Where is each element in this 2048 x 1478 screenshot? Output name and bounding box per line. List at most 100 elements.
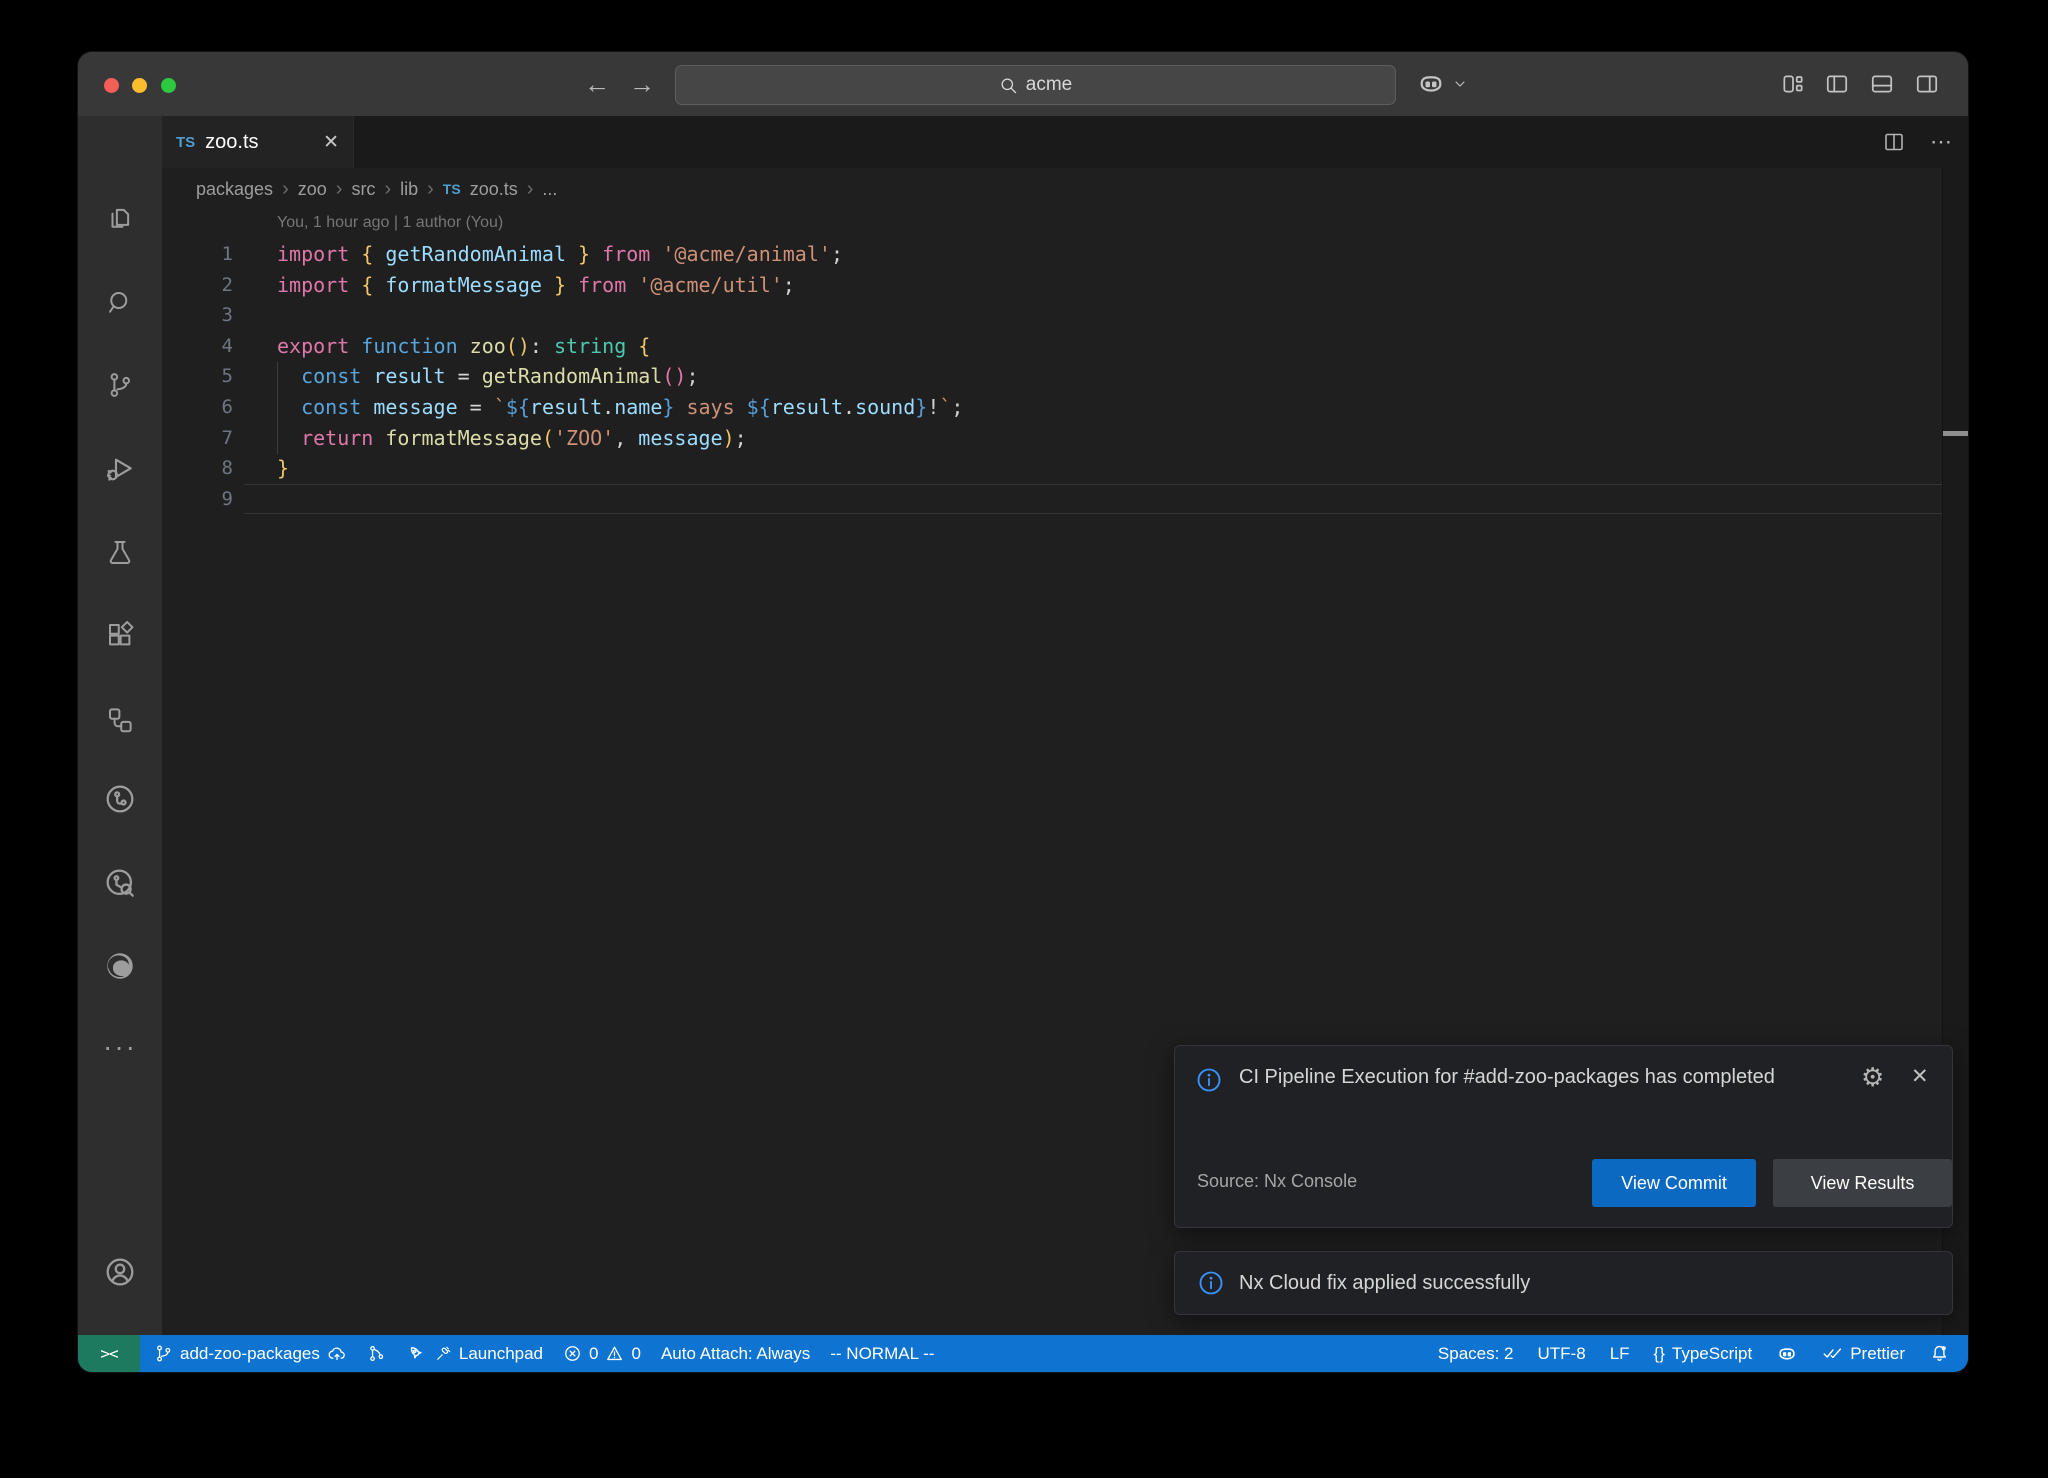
git-branch-icon	[154, 1344, 173, 1363]
line-content: const message = `${result.name} says ${r…	[233, 392, 963, 423]
toggle-panel-icon[interactable]	[1869, 52, 1895, 116]
extensions-icon[interactable]	[78, 607, 162, 663]
notification-message: CI Pipeline Execution for #add-zoo-packa…	[1239, 1062, 1799, 1092]
branch-name: add-zoo-packages	[180, 1344, 320, 1364]
notification-toast-nx-cloud: Nx Cloud fix applied successfully	[1174, 1251, 1953, 1315]
encoding-status-item[interactable]: UTF-8	[1538, 1344, 1586, 1364]
brackets-icon: {}	[1654, 1344, 1665, 1364]
breadcrumb: packages› zoo› src› lib› TS zoo.ts› ...	[196, 168, 557, 210]
remote-indicator[interactable]: ><	[78, 1335, 140, 1372]
language-status-item[interactable]: {} TypeScript	[1654, 1344, 1753, 1364]
code-line[interactable]: 8}	[162, 453, 1943, 484]
zoom-window-button[interactable]	[161, 78, 176, 93]
editor-more-actions-icon[interactable]: ⋯	[1930, 129, 1954, 155]
search-icon	[999, 76, 1018, 95]
gitlens-icon[interactable]	[78, 771, 162, 827]
toggle-secondary-sidebar-icon[interactable]	[1914, 52, 1940, 116]
forward-icon[interactable]: →	[629, 52, 655, 116]
chevron-right-icon: ›	[384, 178, 391, 201]
error-icon	[563, 1344, 582, 1363]
auto-attach-status-item[interactable]: Auto Attach: Always	[661, 1344, 810, 1364]
problems-status-item[interactable]: 0 0	[563, 1344, 641, 1364]
breadcrumb-file[interactable]: zoo.ts	[470, 179, 518, 200]
line-number: 3	[162, 300, 233, 331]
line-content: import { formatMessage } from '@acme/uti…	[233, 270, 795, 301]
more-views-icon[interactable]: ···	[78, 1019, 162, 1075]
code-lines[interactable]: 1import { getRandomAnimal } from '@acme/…	[162, 239, 1943, 514]
search-icon[interactable]	[78, 275, 162, 331]
tab-close-icon[interactable]: ✕	[323, 131, 339, 154]
custom-view-icon[interactable]	[78, 692, 162, 748]
run-debug-icon[interactable]	[78, 441, 162, 497]
gitlens-inspect-icon[interactable]	[78, 855, 162, 911]
close-window-button[interactable]	[104, 78, 119, 93]
chevron-right-icon: ›	[336, 178, 343, 201]
language-label: TypeScript	[1672, 1344, 1752, 1364]
tab-bar: TS zoo.ts ✕ ⋯	[162, 116, 1968, 168]
line-number: 9	[162, 484, 233, 515]
merge-target-icon	[434, 1345, 452, 1363]
git-blame-codelens[interactable]: You, 1 hour ago | 1 author (You)	[277, 214, 503, 232]
copilot-icon[interactable]	[1416, 52, 1446, 116]
indentation-status-item[interactable]: Spaces: 2	[1438, 1344, 1514, 1364]
code-line[interactable]: 6 const message = `${result.name} says $…	[162, 392, 1943, 423]
view-results-button[interactable]: View Results	[1773, 1159, 1952, 1207]
code-line[interactable]: 2import { formatMessage } from '@acme/ut…	[162, 270, 1943, 301]
notifications-bell-icon[interactable]	[1929, 1343, 1950, 1364]
line-content: }	[233, 453, 289, 484]
code-line[interactable]: 3	[162, 300, 1943, 331]
line-content: return formatMessage('ZOO', message);	[233, 423, 747, 454]
code-line[interactable]: 7 return formatMessage('ZOO', message);	[162, 423, 1943, 454]
error-count: 0	[589, 1344, 598, 1364]
explorer-icon[interactable]	[78, 190, 162, 246]
indent-guide	[277, 362, 278, 454]
source-control-icon[interactable]	[78, 357, 162, 413]
line-number: 7	[162, 423, 233, 454]
customize-layout-icon[interactable]	[1780, 52, 1806, 116]
chevron-down-icon[interactable]	[1452, 52, 1468, 116]
split-editor-icon[interactable]	[1882, 130, 1906, 154]
launchpad-status-item[interactable]: Launchpad	[406, 1343, 543, 1364]
line-content: const result = getRandomAnimal();	[233, 361, 699, 392]
notification-settings-gear-icon[interactable]: ⚙	[1861, 1064, 1884, 1090]
minimize-window-button[interactable]	[132, 78, 147, 93]
code-line[interactable]: 5 const result = getRandomAnimal();	[162, 361, 1943, 392]
breadcrumb-more[interactable]: ...	[542, 179, 557, 200]
edge-browser-icon[interactable]	[78, 938, 162, 994]
double-check-icon	[1822, 1343, 1843, 1364]
account-icon[interactable]	[78, 1244, 162, 1300]
command-center-search[interactable]: acme	[675, 65, 1396, 105]
line-content	[233, 300, 277, 331]
code-line[interactable]: 4export function zoo(): string {	[162, 331, 1943, 362]
tab-title: zoo.ts	[205, 131, 313, 154]
launchpad-label: Launchpad	[459, 1344, 543, 1364]
line-content: export function zoo(): string {	[233, 331, 650, 362]
vim-mode-status-item[interactable]: -- NORMAL --	[830, 1344, 934, 1364]
breadcrumb-item[interactable]: zoo	[298, 179, 327, 200]
code-line[interactable]: 1import { getRandomAnimal } from '@acme/…	[162, 239, 1943, 270]
code-line[interactable]: 9	[162, 484, 1943, 515]
chevron-right-icon: ›	[527, 178, 534, 201]
chevron-right-icon: ›	[282, 178, 289, 201]
notification-close-icon[interactable]: ✕	[1911, 1064, 1929, 1089]
breadcrumb-item[interactable]: packages	[196, 179, 273, 200]
notification-toast-ci-pipeline: CI Pipeline Execution for #add-zoo-packa…	[1174, 1045, 1953, 1228]
commit-graph-status-item[interactable]	[367, 1344, 386, 1363]
typescript-file-icon: TS	[443, 181, 461, 197]
testing-icon[interactable]	[78, 524, 162, 580]
breadcrumb-item[interactable]: src	[351, 179, 375, 200]
back-icon[interactable]: ←	[584, 52, 610, 116]
tab-zoo-ts[interactable]: TS zoo.ts ✕	[162, 116, 354, 168]
line-number: 1	[162, 239, 233, 270]
formatter-status-item[interactable]: Prettier	[1822, 1343, 1905, 1364]
copilot-status-item[interactable]	[1776, 1343, 1798, 1365]
notification-message: Nx Cloud fix applied successfully	[1239, 1272, 1530, 1295]
view-commit-button[interactable]: View Commit	[1592, 1159, 1756, 1207]
branch-status-item[interactable]: add-zoo-packages	[154, 1344, 347, 1364]
eol-status-item[interactable]: LF	[1610, 1344, 1630, 1364]
typescript-file-icon: TS	[176, 134, 195, 151]
breadcrumb-item[interactable]: lib	[400, 179, 418, 200]
toggle-primary-sidebar-icon[interactable]	[1824, 52, 1850, 116]
desktop: ← → acme	[0, 0, 2048, 1478]
activity-bar: ··· ⚙	[78, 116, 162, 1335]
